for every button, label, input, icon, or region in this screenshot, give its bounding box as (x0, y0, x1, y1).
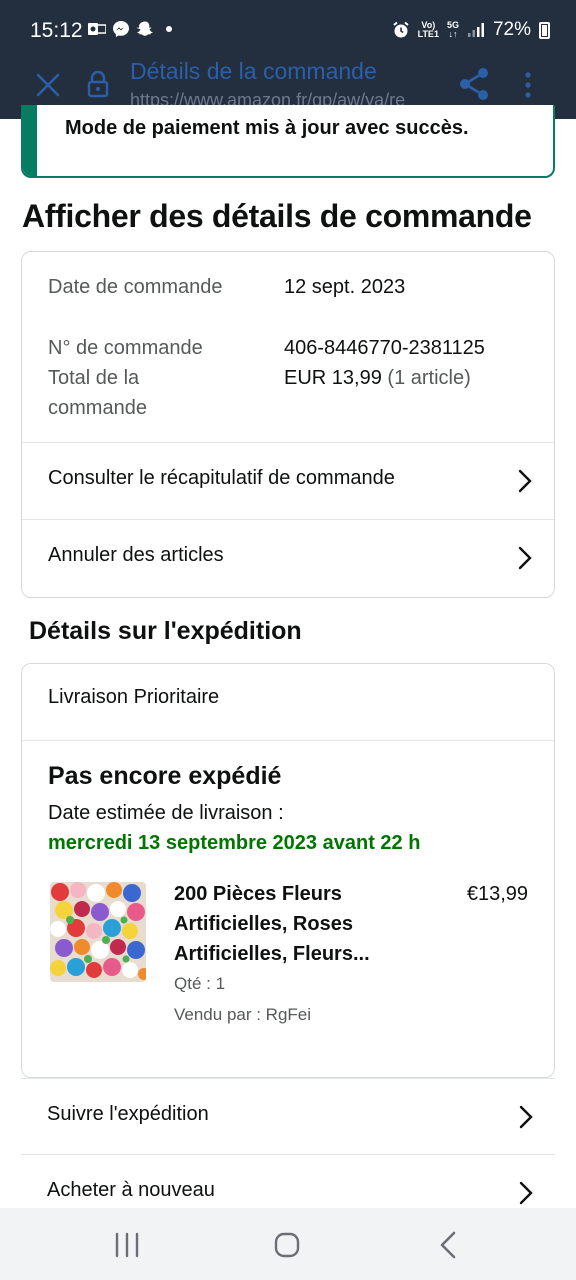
order-total-value-wrap: EUR 13,99 (1 article) (284, 363, 471, 393)
alert-message: Mode de paiement mis à jour avec succès. (65, 117, 469, 139)
volte-indicator: Vo) LTE1 (417, 20, 439, 39)
product-seller: Vendu par : RgFei (174, 1005, 312, 1024)
status-time: 15:12 (30, 19, 83, 42)
order-number-label: N° de commande (48, 337, 203, 359)
more-options-icon[interactable] (518, 70, 538, 100)
buy-again-label: Acheter à nouveau (47, 1179, 215, 1201)
success-alert: Mode de paiement mis à jour avec succès. (21, 105, 555, 178)
dot-icon (160, 20, 178, 38)
close-icon[interactable] (34, 71, 62, 99)
shipping-section-title: Détails sur l'expédition (29, 617, 302, 645)
eta-date: mercredi 13 septembre 2023 avant 22 h (48, 832, 421, 854)
page-title: Afficher des détails de commande (22, 198, 532, 234)
product-quantity: Qté : 1 (174, 974, 226, 993)
home-icon[interactable] (272, 1230, 302, 1260)
cancel-items-label: Annuler des articles (48, 544, 224, 566)
product-price: €13,99 (466, 883, 528, 905)
outlook-icon (88, 20, 106, 38)
eta-label: Date estimée de livraison : (48, 802, 284, 824)
messenger-icon (112, 20, 130, 38)
view-order-summary-link[interactable]: Consulter le récapitulatif de commande (22, 443, 554, 519)
system-navigation-bar (0, 1208, 576, 1280)
share-icon[interactable] (458, 67, 490, 101)
product-image[interactable] (50, 882, 146, 982)
alarm-icon (392, 21, 410, 39)
notification-icons (88, 20, 178, 38)
network-type-indicator: 5G ↓↑ (446, 20, 459, 39)
order-summary-card: Date de commande 12 sept. 2023 N° de com… (21, 251, 555, 598)
signal-icon (467, 21, 485, 39)
battery-percent: 72% (492, 19, 531, 40)
order-date-value: 12 sept. 2023 (284, 276, 406, 298)
back-icon[interactable] (434, 1230, 464, 1260)
order-number-row: N° de commande 406-8446770-2381125 (48, 333, 485, 363)
page-title-bar: Détails de la commande (130, 58, 377, 84)
order-date-label: Date de commande (48, 276, 223, 298)
shipment-card: Livraison Prioritaire Pas encore expédié… (21, 663, 555, 1078)
shipping-method: Livraison Prioritaire (48, 686, 220, 708)
view-order-summary-label: Consulter le récapitulatif de commande (48, 467, 395, 489)
chevron-right-icon (517, 1179, 535, 1207)
product-title[interactable]: 200 Pièces Fleurs Artificielles, Roses A… (174, 879, 414, 969)
snapchat-icon (136, 20, 154, 38)
chevron-right-icon (516, 544, 534, 572)
system-indicators: Vo) LTE1 5G ↓↑ 72% (392, 19, 550, 41)
order-total-value: EUR 13,99 (284, 367, 382, 389)
recent-apps-icon[interactable] (112, 1230, 142, 1260)
chevron-right-icon (517, 1103, 535, 1131)
battery-icon (539, 21, 550, 39)
track-shipment-label: Suivre l'expédition (47, 1103, 209, 1125)
order-date-row: Date de commande 12 sept. 2023 (48, 272, 405, 302)
track-shipment-link[interactable]: Suivre l'expédition (21, 1078, 555, 1154)
order-number-value: 406-8446770-2381125 (284, 337, 485, 359)
order-item-count: (1 article) (387, 367, 471, 389)
shipment-status: Pas encore expédié (48, 762, 282, 790)
chevron-right-icon (516, 467, 534, 495)
divider (22, 740, 554, 741)
order-total-row: Total de la commande EUR 13,99 (1 articl… (48, 363, 471, 423)
order-total-label: Total de la commande (48, 367, 147, 419)
cancel-items-link[interactable]: Annuler des articles (22, 520, 554, 596)
status-bar: 15:12 Vo) LTE1 5G ↓↑ 72% (0, 0, 576, 62)
lock-icon[interactable] (86, 70, 110, 98)
